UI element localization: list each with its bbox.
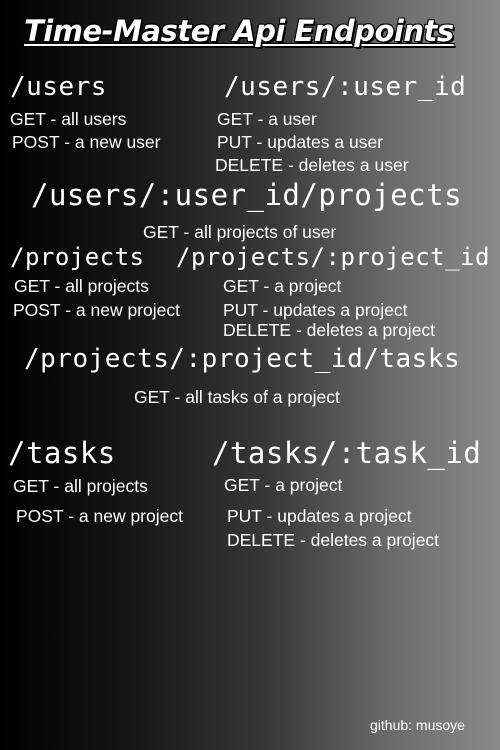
endpoint-project-tasks: /projects/:project_id/tasks [24,344,461,374]
endpoint-tasks: /tasks [8,436,116,470]
github-credit: github: musoye [370,717,465,733]
endpoint-task-id: /tasks/:task_id [212,436,482,470]
endpoint-user-projects: /users/:user_id/projects [31,178,463,212]
endpoint-users: /users [10,72,107,102]
endpoint-projects: /projects [10,243,145,271]
users-get-method: GET - all users [10,109,127,129]
projects-post-method: POST - a new project [13,300,180,320]
task-id-put-method: PUT - updates a project [227,506,412,526]
user-id-delete-method: DELETE - deletes a user [215,155,409,175]
endpoint-project-id: /projects/:project_id [176,243,490,271]
user-id-get-method: GET - a user [217,109,317,129]
project-id-put-method: PUT - updates a project [223,300,408,320]
project-tasks-get-method: GET - all tasks of a project [134,387,340,407]
users-post-method: POST - a new user [12,132,161,152]
user-id-put-method: PUT - updates a user [217,132,384,152]
project-id-get-method: GET - a project [223,276,342,296]
tasks-get-method: GET - all projects [13,476,148,496]
endpoint-user-id: /users/:user_id [224,72,467,102]
project-id-delete-method: DELETE - deletes a project [223,320,436,340]
user-projects-get-method: GET - all projects of user [143,222,337,242]
task-id-get-method: GET - a project [224,475,343,495]
tasks-post-method: POST - a new project [16,506,183,526]
projects-get-method: GET - all projects [14,276,149,296]
task-id-delete-method: DELETE - deletes a project [227,530,440,550]
page-title: Time-Master Api Endpoints [24,14,454,48]
